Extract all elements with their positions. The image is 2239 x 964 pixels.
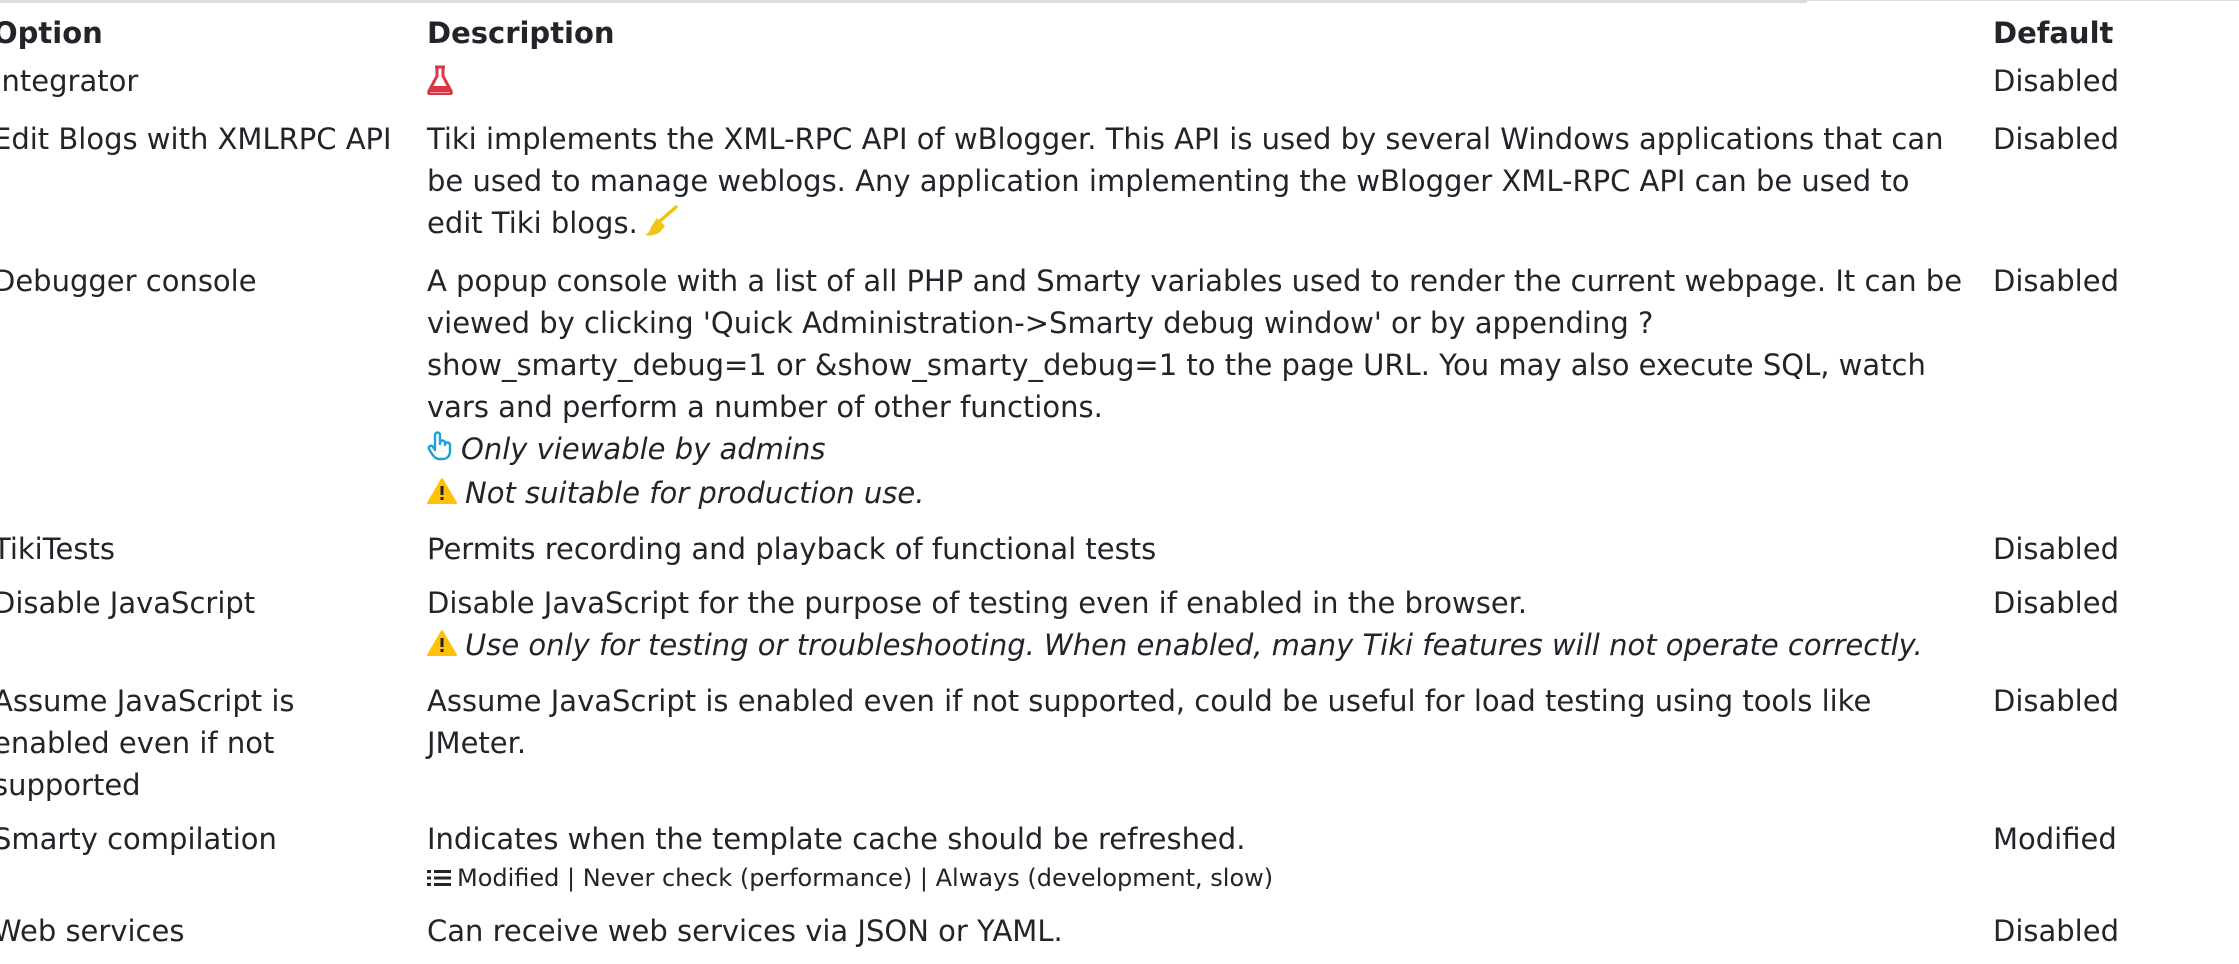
option-default: Modified [1993,822,2117,856]
option-default: Disabled [1993,122,2119,156]
warning-note: Use only for testing or troubleshooting.… [427,624,1963,668]
table-row: Edit Blogs with XMLRPC API Tiki implemen… [0,118,2239,260]
option-description: A popup console with a list of all PHP a… [427,260,1993,528]
option-description: Can receive web services via JSON or YAM… [427,914,1063,948]
option-name: Integrator [0,64,139,98]
option-name: Debugger console [0,264,257,298]
option-values: Modified | Never check (performance) | A… [427,860,1963,898]
option-description: Indicates when the template cache should… [427,818,1993,910]
option-name: Smarty compilation [0,822,277,856]
option-name: Web services [0,914,185,948]
option-description: Tiki implements the XML-RPC API of wBlog… [427,118,1993,260]
admin-only-note: Only viewable by admins [427,428,1963,472]
option-description: Disable JavaScript for the purpose of te… [427,582,1993,680]
warning-icon [427,474,457,516]
note-text: Use only for testing or troubleshooting.… [465,628,1923,662]
warning-icon [427,626,457,668]
option-name: Disable JavaScript [0,586,256,620]
option-values-text: Modified | Never check (performance) | A… [457,864,1274,892]
list-icon [427,862,451,898]
table-row: Smarty compilation Indicates when the te… [0,818,2239,910]
warning-note: Not suitable for production use. [427,472,1963,516]
option-default: Disabled [1993,684,2119,718]
description-header: Description [427,16,615,50]
option-default: Disabled [1993,264,2119,298]
preferences-table: Option Description Default Integrator Di… [0,8,2239,964]
note-text: Only viewable by admins [461,432,826,466]
description-text: Disable JavaScript for the purpose of te… [427,586,1528,620]
option-default: Disabled [1993,586,2119,620]
table-header-row: Option Description Default [0,8,2239,60]
option-description [427,60,1993,118]
option-description: Permits recording and playback of functi… [427,532,1157,566]
option-name: TikiTests [0,532,115,566]
option-header: Option [0,16,103,50]
table-row: Integrator Disabled [0,60,2239,118]
option-name: Edit Blogs with XMLRPC API [0,122,392,156]
option-default: Disabled [1993,64,2119,98]
hand-pointer-icon [427,430,453,472]
option-description: Assume JavaScript is enabled even if not… [427,684,1872,760]
top-divider-right [1807,0,2239,1]
description-text: Indicates when the template cache should… [427,822,1246,856]
note-text: Not suitable for production use. [465,476,925,510]
table-row: TikiTests Permits recording and playback… [0,528,2239,582]
table-row: Debugger console A popup console with a … [0,260,2239,528]
table-row: Assume JavaScript is enabled even if not… [0,680,2239,818]
option-default: Disabled [1993,914,2119,948]
flask-icon[interactable] [427,64,453,106]
table-row: Disable JavaScript Disable JavaScript fo… [0,582,2239,680]
top-divider [0,0,1807,3]
option-default: Disabled [1993,532,2119,566]
option-name: Assume JavaScript is enabled even if not… [0,684,295,802]
table-row: Web services Can receive web services vi… [0,910,2239,964]
default-header: Default [1993,16,2114,50]
description-text: A popup console with a list of all PHP a… [427,264,1963,424]
broom-icon [644,205,678,248]
